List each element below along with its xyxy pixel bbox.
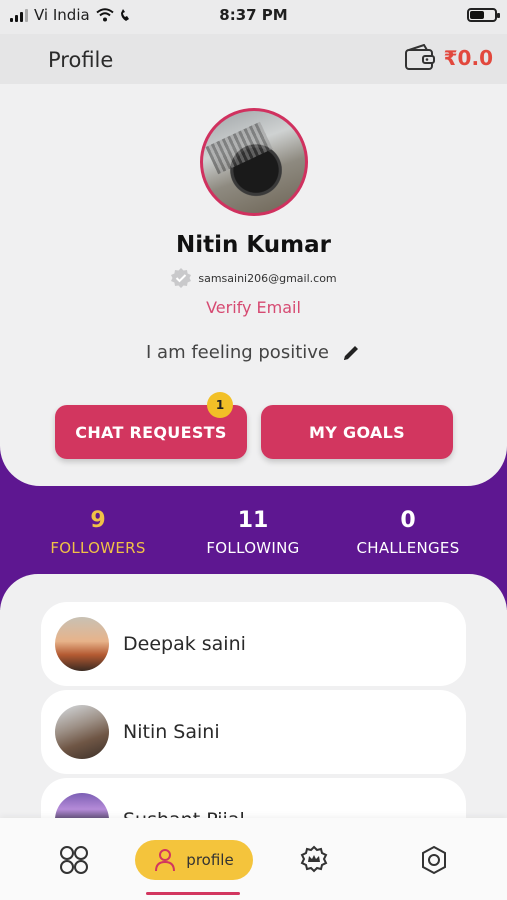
stat-following[interactable]: 11 FOLLOWING <box>173 508 333 557</box>
crown-badge-icon <box>300 845 328 873</box>
email-text: samsaini206@gmail.com <box>198 271 337 285</box>
stat-followers[interactable]: 9 FOLLOWERS <box>18 508 178 557</box>
stat-label: FOLLOWING <box>206 539 300 557</box>
nav-rewards-button[interactable] <box>296 842 332 878</box>
stat-label: FOLLOWERS <box>50 539 146 557</box>
wallet-amount: ₹0.0 <box>443 46 493 70</box>
nav-profile-label: profile <box>186 851 234 869</box>
stat-count: 11 <box>237 508 269 533</box>
nav-profile-button[interactable]: profile <box>135 840 253 880</box>
nav-active-indicator <box>146 892 240 895</box>
hexagon-settings-icon <box>422 845 446 875</box>
email-row: samsaini206@gmail.com <box>0 267 507 289</box>
verified-badge-icon <box>171 268 192 288</box>
list-item[interactable]: Nitin Saini <box>41 690 466 774</box>
profile-avatar[interactable] <box>200 108 308 216</box>
nav-settings-button[interactable] <box>416 842 452 878</box>
stat-challenges[interactable]: 0 CHALLENGES <box>328 508 488 557</box>
follower-avatar <box>55 617 109 671</box>
edit-pencil-icon[interactable] <box>341 343 361 363</box>
stat-count: 9 <box>90 508 106 533</box>
status-bar: Vi India 8:37 PM <box>0 0 507 34</box>
verify-email-link[interactable]: Verify Email <box>0 298 507 317</box>
grid-circles-icon <box>60 846 88 874</box>
chat-requests-badge: 1 <box>207 392 233 418</box>
follower-name: Nitin Saini <box>123 721 220 743</box>
user-name: Nitin Kumar <box>175 232 331 258</box>
page-title: Profile <box>48 48 114 72</box>
follower-avatar <box>55 705 109 759</box>
nav-home-button[interactable] <box>56 842 92 878</box>
person-icon <box>155 849 176 872</box>
list-item[interactable]: Deepak saini <box>41 602 466 686</box>
wallet-icon <box>404 44 435 70</box>
clock: 8:37 PM <box>219 6 288 24</box>
bio-row: I am feeling positive <box>0 342 507 363</box>
follower-name: Deepak saini <box>123 633 246 655</box>
wallet-button[interactable]: ₹0.0 <box>404 44 493 72</box>
stat-count: 0 <box>400 508 416 533</box>
battery-icon <box>467 8 500 22</box>
bio-text: I am feeling positive <box>146 342 329 363</box>
my-goals-button[interactable]: MY GOALS <box>261 405 453 459</box>
app-header: Profile ₹0.0 <box>0 34 507 84</box>
profile-card: Nitin Kumar samsaini206@gmail.com Verify… <box>0 84 507 486</box>
stat-label: CHALLENGES <box>356 539 460 557</box>
bottom-nav: profile <box>0 818 507 900</box>
